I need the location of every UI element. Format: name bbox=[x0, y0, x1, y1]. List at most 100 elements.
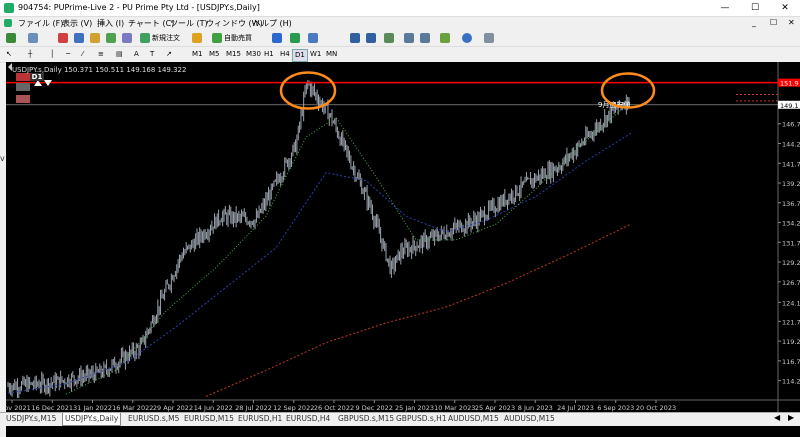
chart-shift-icon[interactable] bbox=[420, 33, 430, 43]
trendline-icon[interactable]: ⁄ bbox=[82, 49, 83, 60]
tab-usdjpy-m15[interactable]: USDJPY.s,M15 bbox=[4, 413, 58, 425]
price-tick-label: 114.2 bbox=[782, 378, 800, 386]
navigator-icon[interactable] bbox=[90, 33, 100, 43]
tab-usdjpy-daily[interactable]: USDJPY.s,Daily bbox=[62, 413, 122, 426]
price-chart[interactable]: 149.1 146.7 144.2 141.7 139.2 136.7 134.2 131.7… bbox=[6, 62, 800, 437]
tab-eurusd-h1[interactable]: EURUSD,H1 bbox=[236, 413, 284, 425]
date-tick-label: 25 Apr 2023 bbox=[475, 404, 515, 412]
trade-panel-red bbox=[16, 73, 30, 81]
tab-gbpusd-h1[interactable]: GBPUSD.s,H1 bbox=[394, 413, 449, 425]
price-tick-label: 131.7 bbox=[782, 239, 800, 247]
tf-m1[interactable]: M1 bbox=[190, 49, 205, 60]
menu-insert[interactable]: 挿入 (I) bbox=[97, 18, 124, 29]
date-tick-label: 28 Jul 2022 bbox=[235, 404, 272, 412]
line-chart-icon[interactable] bbox=[308, 33, 318, 43]
tf-d1[interactable]: D1 bbox=[292, 49, 308, 62]
date-tick-label: 16 Mar 2022 bbox=[112, 404, 153, 412]
auto-trade-button[interactable]: 自動売買 bbox=[224, 33, 252, 44]
tab-audusd-m15-2[interactable]: AUDUSD,M15 bbox=[502, 413, 557, 425]
new-order-button[interactable]: 新規注文 bbox=[152, 33, 180, 44]
cursor-icon[interactable]: ↖ bbox=[6, 49, 12, 60]
trade-panel-small bbox=[16, 95, 30, 103]
price-tick-label: 124.1 bbox=[782, 299, 800, 307]
child-maximize-button[interactable]: ☐ bbox=[770, 18, 777, 27]
menu-file[interactable]: ファイル (F) bbox=[18, 18, 63, 29]
crosshair-icon[interactable]: ┼ bbox=[28, 49, 32, 60]
tab-gbpusd-m15[interactable]: GBPUSD.s,M15 bbox=[336, 413, 396, 425]
candles-group bbox=[7, 80, 630, 399]
date-tick-label: 29 Apr 2022 bbox=[153, 404, 193, 412]
date-tick-label: 6 Sep 2023 bbox=[597, 404, 634, 412]
tab-eurusd-m5[interactable]: EURUSD.s,M5 bbox=[126, 413, 181, 425]
profiles-icon[interactable] bbox=[28, 33, 38, 43]
market-watch-icon[interactable] bbox=[58, 33, 68, 43]
candlestick-icon[interactable] bbox=[290, 33, 300, 43]
templates-icon[interactable] bbox=[484, 33, 494, 43]
new-order-icon[interactable] bbox=[140, 33, 150, 43]
auto-trade-icon[interactable] bbox=[212, 33, 222, 43]
chart-svg[interactable]: 149.1 146.7 144.2 141.7 139.2 136.7 134.2 131.7… bbox=[6, 62, 800, 412]
menu-help[interactable]: ヘルプ (H) bbox=[253, 18, 292, 29]
date-tick-label: 25 Jan 2023 bbox=[395, 404, 434, 412]
periods-icon[interactable] bbox=[462, 33, 472, 43]
bar-chart-icon[interactable] bbox=[272, 33, 282, 43]
ma-blue-line bbox=[7, 132, 632, 394]
child-minimize-button[interactable]: _ bbox=[752, 18, 756, 27]
tabs-scroll-left[interactable]: ◀ bbox=[774, 413, 780, 422]
terminal-icon[interactable] bbox=[106, 33, 116, 43]
minimize-button[interactable]: — bbox=[710, 0, 740, 16]
menu-bar: ファイル (F) 表示 (V) 挿入 (I) チャート (C) ツール (T) … bbox=[0, 17, 800, 30]
tf-h4[interactable]: H4 bbox=[278, 49, 292, 60]
strategy-tester-icon[interactable] bbox=[122, 33, 132, 43]
price-tick-label: 129.2 bbox=[782, 259, 800, 267]
indicators-icon[interactable] bbox=[440, 33, 450, 43]
arrows-icon[interactable]: ↗ bbox=[166, 49, 172, 60]
tf-h1[interactable]: H1 bbox=[262, 49, 276, 60]
date-tick-label: 2 Nov 2021 bbox=[6, 404, 31, 412]
text-icon[interactable]: A bbox=[134, 49, 139, 60]
channel-icon[interactable]: ≡ bbox=[98, 49, 104, 60]
metaeditor-icon[interactable] bbox=[192, 33, 202, 43]
tab-audusd-m15[interactable]: AUDUSD,M15 bbox=[446, 413, 501, 425]
price-tick-label: 134.2 bbox=[782, 220, 800, 228]
tf-mn[interactable]: MN bbox=[324, 49, 339, 60]
main-toolbar: 新規注文 自動売買 bbox=[0, 31, 800, 47]
maximize-button[interactable]: ☐ bbox=[740, 0, 770, 16]
menu-tools[interactable]: ツール (T) bbox=[170, 18, 208, 29]
zoom-in-icon[interactable] bbox=[350, 33, 360, 43]
vertical-line-icon[interactable]: │ bbox=[50, 49, 54, 60]
tile-windows-icon[interactable] bbox=[384, 33, 394, 43]
chart-tabs: USDJPY.s,M15 USDJPY.s,Daily EURUSD.s,M5 … bbox=[0, 412, 800, 426]
menu-view[interactable]: 表示 (V) bbox=[62, 18, 92, 29]
tab-eurusd-m15[interactable]: EURUSD,M15 bbox=[182, 413, 236, 425]
date-tick-label: 9 Dec 2022 bbox=[356, 404, 393, 412]
ma-red-line bbox=[205, 223, 632, 397]
horizontal-line-icon[interactable]: ─ bbox=[66, 49, 70, 60]
zoom-out-icon[interactable] bbox=[366, 33, 376, 43]
tab-eurusd-h4[interactable]: EURUSD,H4 bbox=[284, 413, 332, 425]
child-close-button[interactable]: ✕ bbox=[788, 18, 795, 27]
top-price-label: 151.9 bbox=[780, 80, 799, 88]
date-tick-label: 24 Jul 2023 bbox=[557, 404, 594, 412]
window-title: 904754: PUPrime-Live 2 - PU Prime Pty Lt… bbox=[18, 3, 260, 12]
tf-m30[interactable]: M30 bbox=[244, 49, 263, 60]
tf-m5[interactable]: M5 bbox=[207, 49, 222, 60]
auto-scroll-icon[interactable] bbox=[404, 33, 414, 43]
tf-w1[interactable]: W1 bbox=[308, 49, 323, 60]
trade-panel-grey bbox=[16, 83, 30, 91]
date-tick-label: 26 Oct 2022 bbox=[314, 404, 354, 412]
date-tick-label: 12 Sep 2022 bbox=[273, 404, 314, 412]
menu-chart[interactable]: チャート (C) bbox=[128, 18, 174, 29]
date-tick-label: 20 Oct 2023 bbox=[636, 404, 676, 412]
current-price-label: 149.1 bbox=[780, 102, 799, 110]
title-bar: 904754: PUPrime-Live 2 - PU Prime Pty Lt… bbox=[0, 0, 800, 17]
price-tick-label: 116.7 bbox=[782, 358, 800, 366]
price-tick-label: 144.2 bbox=[782, 141, 800, 149]
fibonacci-icon[interactable]: ▤ bbox=[116, 49, 123, 60]
data-window-icon[interactable] bbox=[74, 33, 84, 43]
label-icon[interactable]: T bbox=[150, 49, 154, 60]
new-chart-icon[interactable] bbox=[6, 33, 16, 43]
tabs-scroll-right[interactable]: ▶ bbox=[788, 413, 794, 422]
close-button[interactable]: ✕ bbox=[770, 0, 800, 16]
tf-m15[interactable]: M15 bbox=[224, 49, 243, 60]
